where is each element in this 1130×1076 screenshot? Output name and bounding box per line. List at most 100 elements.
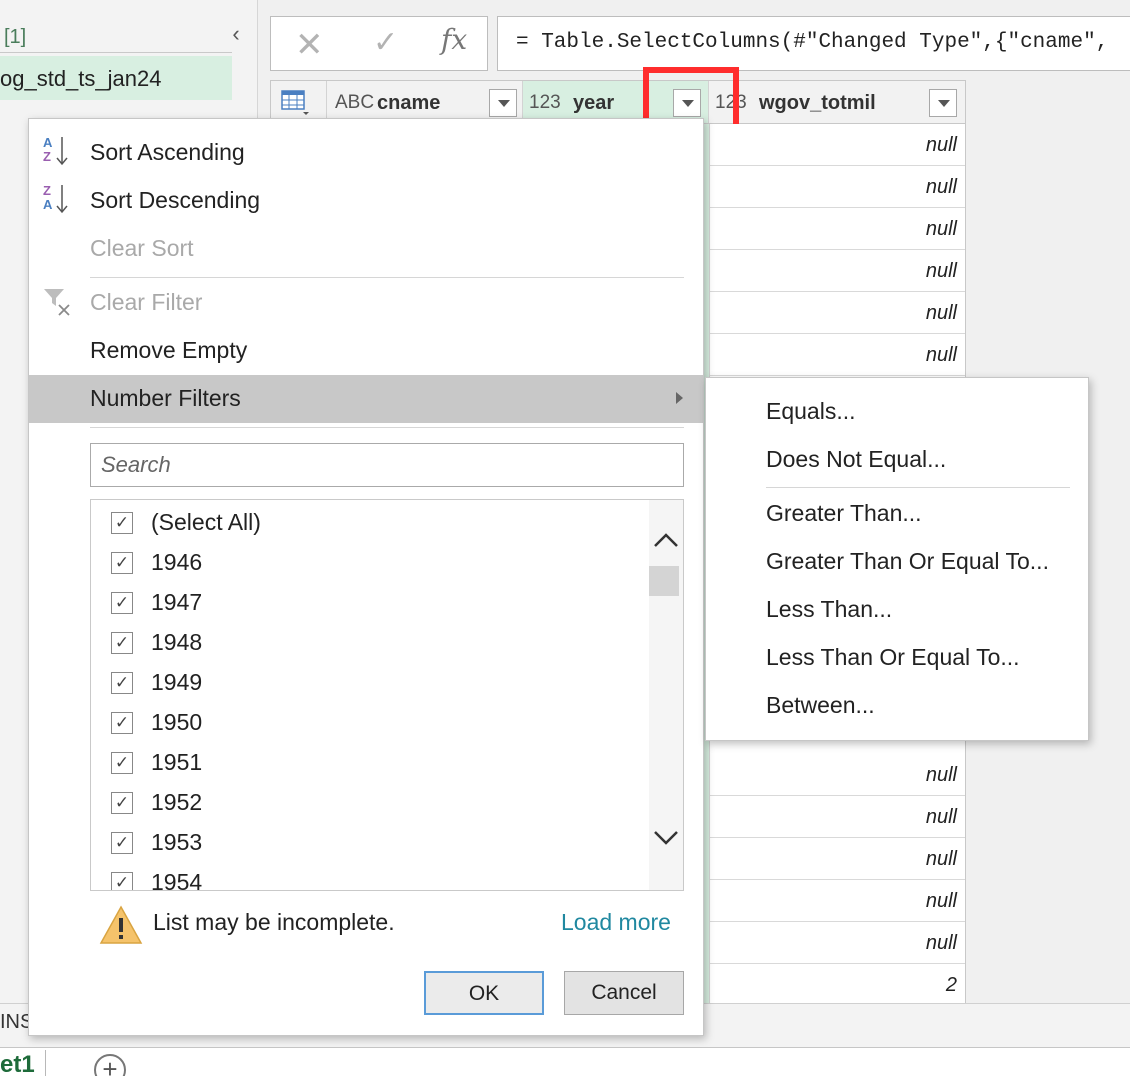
warning-icon [99, 905, 143, 944]
sort-descending-item[interactable]: Z A Sort Descending [29, 177, 703, 223]
svg-text:A: A [43, 135, 53, 150]
sort-ascending-label: Sort Ascending [90, 139, 245, 165]
column-dropdown-button[interactable] [929, 89, 957, 117]
checkbox[interactable]: ✓ [111, 672, 133, 694]
list-item[interactable]: ✓ 1949 [91, 662, 641, 702]
ok-button[interactable]: OK [424, 971, 544, 1015]
checkbox[interactable]: ✓ [111, 632, 133, 654]
list-item-label: 1949 [151, 669, 203, 695]
filter-greater-than-item[interactable]: Greater Than... [706, 490, 1088, 536]
table-menu-icon[interactable] [271, 81, 327, 123]
checkbox[interactable]: ✓ [111, 792, 133, 814]
cancel-formula-icon[interactable]: ✕ [295, 25, 324, 65]
search-input[interactable]: Search [90, 443, 684, 487]
number-filters-submenu: Equals... Does Not Equal... Greater Than… [705, 377, 1089, 741]
list-item-label: 1954 [151, 869, 203, 891]
list-item-label: (Select All) [151, 509, 261, 535]
submenu-divider [766, 487, 1070, 488]
checkbox[interactable]: ✓ [111, 752, 133, 774]
svg-text:Z: Z [43, 149, 51, 164]
values-list: ✓ (Select All) ✓ 1946 ✓ 1947 ✓ 1948 ✓ 19… [90, 499, 684, 891]
list-scrollbar[interactable] [649, 500, 683, 890]
svg-text:A: A [43, 197, 53, 212]
scroll-down-icon[interactable] [653, 830, 679, 846]
column-name: wgov_totmil [759, 92, 876, 114]
checkbox[interactable]: ✓ [111, 872, 133, 890]
table-cell[interactable]: null [710, 208, 965, 250]
filter-between-item[interactable]: Between... [706, 682, 1088, 728]
queries-divider [0, 52, 232, 53]
scroll-thumb[interactable] [649, 566, 679, 596]
table-cell[interactable]: null [710, 796, 965, 838]
table-cell[interactable]: null [710, 124, 965, 166]
sort-descending-icon: Z A [41, 177, 71, 223]
table-cell[interactable]: null [710, 922, 965, 964]
table-cell[interactable]: null [710, 754, 965, 796]
checkbox[interactable]: ✓ [111, 592, 133, 614]
list-item-select-all[interactable]: ✓ (Select All) [91, 502, 641, 542]
filter-greater-or-equal-item[interactable]: Greater Than Or Equal To... [706, 538, 1088, 584]
scroll-up-icon[interactable] [653, 532, 679, 548]
fx-icon[interactable]: fx [441, 23, 467, 56]
table-cell[interactable]: 2 [710, 964, 965, 1006]
list-item[interactable]: ✓ 1950 [91, 702, 641, 742]
formula-input[interactable]: = Table.SelectColumns(#"Changed Type",{"… [497, 16, 1130, 71]
table-cell[interactable]: null [710, 292, 965, 334]
filter-less-than-item[interactable]: Less Than... [706, 586, 1088, 632]
list-item[interactable]: ✓ 1951 [91, 742, 641, 782]
query-item[interactable]: og_std_ts_jan24 [0, 56, 232, 100]
sort-ascending-item[interactable]: A Z Sort Ascending [29, 129, 703, 175]
list-item-label: 1952 [151, 789, 203, 815]
sheet-tab-bar [0, 1047, 1130, 1076]
submenu-arrow-icon [676, 392, 683, 404]
table-cell[interactable]: null [710, 880, 965, 922]
column-filter-menu: A Z Sort Ascending Z A Sort Descending C… [28, 118, 704, 1036]
clear-filter-label: Clear Filter [90, 289, 203, 315]
column-header-wgov-totmil[interactable]: 123 wgov_totmil [709, 81, 965, 123]
cancel-button[interactable]: Cancel [564, 971, 684, 1015]
column-dropdown-button[interactable] [489, 89, 517, 117]
collapse-pane-icon[interactable]: ‹ [222, 20, 250, 48]
accept-formula-icon[interactable]: ✓ [373, 25, 398, 60]
filter-does-not-equal-item[interactable]: Does Not Equal... [706, 436, 1088, 482]
checkbox[interactable]: ✓ [111, 552, 133, 574]
sort-ascending-icon: A Z [41, 129, 71, 175]
checkbox[interactable]: ✓ [111, 712, 133, 734]
remove-empty-item[interactable]: Remove Empty [29, 327, 703, 373]
table-cell[interactable]: null [710, 166, 965, 208]
clear-filter-icon [41, 279, 71, 325]
list-item-label: 1951 [151, 749, 203, 775]
svg-text:Z: Z [43, 183, 51, 198]
list-item-label: 1953 [151, 829, 203, 855]
query-count-label: [1] [4, 26, 27, 48]
load-more-link[interactable]: Load more [561, 909, 671, 936]
sort-descending-label: Sort Descending [90, 187, 261, 213]
formula-controls: ✕ ✓ fx [270, 16, 488, 71]
list-item-label: 1948 [151, 629, 203, 655]
list-item-label: 1946 [151, 549, 203, 575]
list-item[interactable]: ✓ 1946 [91, 542, 641, 582]
sheet-tab[interactable]: et1 [0, 1050, 46, 1076]
list-item[interactable]: ✓ 1952 [91, 782, 641, 822]
table-cell[interactable]: null [710, 250, 965, 292]
column-header-cname[interactable]: ABC cname [327, 81, 523, 123]
list-item-label: 1947 [151, 589, 203, 615]
table-cell[interactable]: null [710, 334, 965, 376]
warning-text: List may be incomplete. [153, 909, 395, 935]
checkbox[interactable]: ✓ [111, 512, 133, 534]
number-filters-label: Number Filters [90, 385, 241, 411]
clear-filter-item[interactable]: Clear Filter [29, 279, 703, 325]
list-item[interactable]: ✓ 1953 [91, 822, 641, 862]
menu-divider [90, 277, 684, 278]
filter-equals-item[interactable]: Equals... [706, 388, 1088, 434]
list-item-label: 1950 [151, 709, 203, 735]
menu-divider [90, 427, 684, 428]
list-item[interactable]: ✓ 1954 [91, 862, 641, 891]
number-filters-item[interactable]: Number Filters [29, 375, 703, 423]
checkbox[interactable]: ✓ [111, 832, 133, 854]
filter-less-or-equal-item[interactable]: Less Than Or Equal To... [706, 634, 1088, 680]
clear-sort-item[interactable]: Clear Sort [29, 225, 703, 271]
table-cell[interactable]: null [710, 838, 965, 880]
list-item[interactable]: ✓ 1947 [91, 582, 641, 622]
list-item[interactable]: ✓ 1948 [91, 622, 641, 662]
